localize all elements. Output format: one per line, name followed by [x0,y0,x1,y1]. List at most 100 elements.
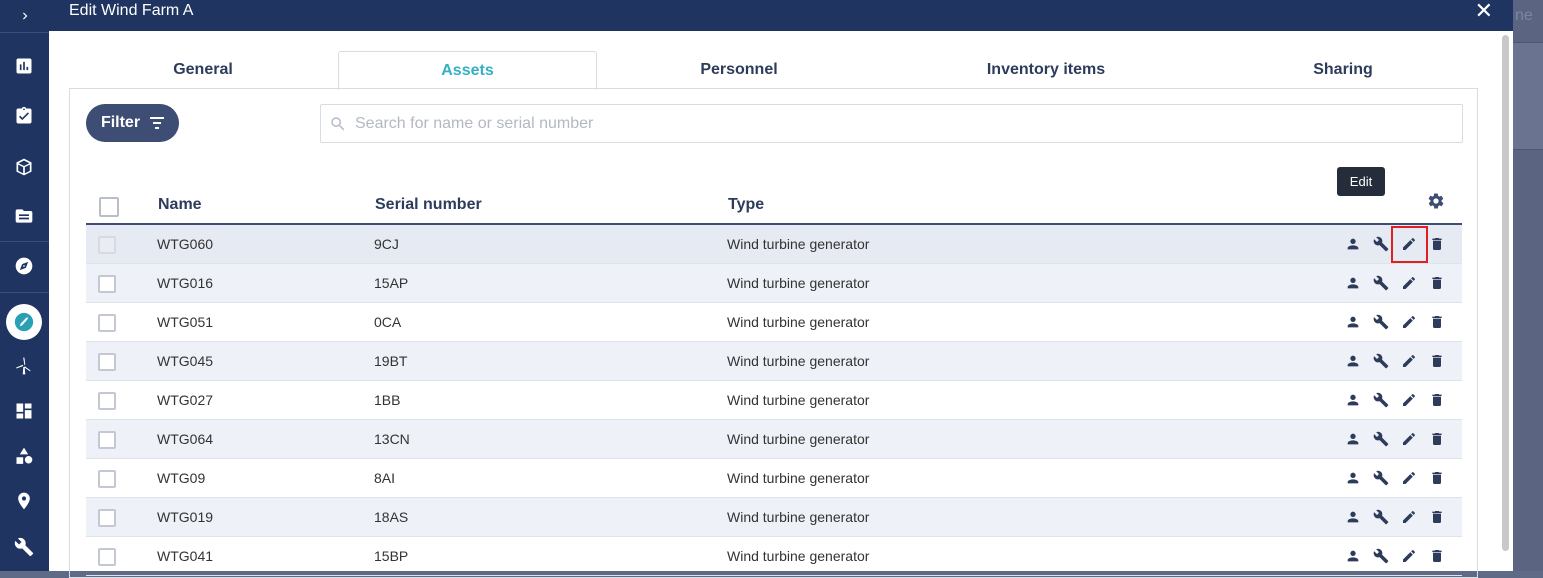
table-row[interactable]: WTG016 15AP Wind turbine generator [86,264,1462,303]
table-row[interactable]: WTG045 19BT Wind turbine generator [86,342,1462,381]
table-row[interactable]: WTG019 18AS Wind turbine generator [86,498,1462,537]
table-row[interactable]: WTG051 0CA Wind turbine generator [86,303,1462,342]
cell-type: Wind turbine generator [727,509,870,525]
sidebar-item-turbines[interactable] [12,354,36,378]
person-icon [1347,238,1359,250]
cell-serial-number: 15BP [374,548,409,564]
column-header-type[interactable]: Type [728,196,764,214]
assign-personnel-button[interactable] [1344,313,1362,331]
filter-lines-icon [150,117,165,129]
sidebar-item-inventory[interactable] [12,155,36,179]
table-settings-button[interactable] [1427,192,1445,210]
tab-assets[interactable]: Assets [338,51,597,90]
background-band [1513,42,1543,150]
sidebar-item-maintenance[interactable] [12,535,36,559]
pencil-icon [1403,550,1415,562]
trash-icon [1432,394,1442,406]
sidebar-item-explore[interactable] [12,254,36,278]
edit-button[interactable] [1400,430,1418,448]
maintenance-button[interactable] [1372,352,1390,370]
row-actions [1344,508,1446,526]
sidebar-item-locations[interactable] [12,489,36,513]
row-checkbox[interactable] [98,275,116,293]
assign-personnel-button[interactable] [1344,508,1362,526]
edit-button[interactable] [1400,313,1418,331]
column-header-name[interactable]: Name [158,196,202,214]
table-row[interactable]: WTG09 8AI Wind turbine generator [86,459,1462,498]
row-checkbox[interactable] [98,431,116,449]
assign-personnel-button[interactable] [1344,235,1362,253]
cell-name: WTG09 [157,470,206,486]
row-checkbox[interactable] [98,548,116,566]
tab-inventory-items[interactable]: Inventory items [879,51,1213,89]
row-checkbox[interactable] [98,509,116,527]
delete-button[interactable] [1428,391,1446,409]
delete-button[interactable] [1428,508,1446,526]
column-header-serial-number[interactable]: Serial number [375,196,482,214]
table-row[interactable]: WTG060 9CJ Wind turbine generator [86,225,1462,264]
tab-personnel[interactable]: Personnel [599,51,879,89]
select-all-checkbox[interactable] [99,197,119,217]
cell-name: WTG041 [157,548,214,564]
table-row[interactable]: WTG027 1BB Wind turbine generator [86,381,1462,420]
expand-sidebar-button[interactable] [0,0,49,32]
cell-name: WTG051 [157,314,214,330]
sidebar-item-components[interactable] [12,444,36,468]
row-checkbox[interactable] [98,236,116,254]
edit-button[interactable] [1400,352,1418,370]
delete-button[interactable] [1428,469,1446,487]
row-checkbox[interactable] [98,392,116,410]
filter-button[interactable]: Filter [86,104,179,142]
tab-bar: General Assets Personnel Inventory items… [69,51,1477,90]
assign-personnel-button[interactable] [1344,469,1362,487]
search-input[interactable] [355,113,1445,135]
edit-button[interactable] [1400,274,1418,292]
sidebar-item-reports[interactable] [12,54,36,78]
assign-personnel-button[interactable] [1344,391,1362,409]
person-icon [1347,355,1359,367]
row-checkbox[interactable] [98,470,116,488]
delete-button[interactable] [1428,274,1446,292]
row-actions [1344,469,1446,487]
sidebar-item-sites-active[interactable] [6,304,42,340]
close-button[interactable]: ✕ [1475,0,1493,24]
maintenance-button[interactable] [1372,508,1390,526]
cell-name: WTG064 [157,431,214,447]
row-actions [1344,391,1446,409]
edit-button[interactable] [1400,391,1418,409]
person-icon [1347,550,1359,562]
tab-sharing[interactable]: Sharing [1213,51,1473,89]
maintenance-button[interactable] [1372,391,1390,409]
edit-button[interactable] [1400,469,1418,487]
assign-personnel-button[interactable] [1344,274,1362,292]
edit-button[interactable] [1400,508,1418,526]
cell-type: Wind turbine generator [727,392,870,408]
sidebar-item-tasks[interactable] [12,104,36,128]
assign-personnel-button[interactable] [1344,430,1362,448]
maintenance-button[interactable] [1372,469,1390,487]
cell-serial-number: 0CA [374,314,402,330]
edit-button[interactable] [1400,547,1418,565]
modal-scrollbar[interactable] [1502,35,1509,551]
delete-button[interactable] [1428,235,1446,253]
table-row[interactable]: WTG041 15BP Wind turbine generator [86,537,1462,576]
maintenance-button[interactable] [1372,547,1390,565]
maintenance-button[interactable] [1372,430,1390,448]
table-row[interactable]: WTG064 13CN Wind turbine generator [86,420,1462,459]
delete-button[interactable] [1428,352,1446,370]
delete-button[interactable] [1428,313,1446,331]
row-checkbox[interactable] [98,353,116,371]
maintenance-button[interactable] [1372,313,1390,331]
maintenance-button[interactable] [1372,235,1390,253]
delete-button[interactable] [1428,430,1446,448]
tab-general[interactable]: General [69,51,337,89]
cell-type: Wind turbine generator [727,236,870,252]
cell-name: WTG019 [157,509,214,525]
assign-personnel-button[interactable] [1344,547,1362,565]
maintenance-button[interactable] [1372,274,1390,292]
sidebar-item-documents[interactable] [12,204,36,228]
delete-button[interactable] [1428,547,1446,565]
row-checkbox[interactable] [98,314,116,332]
assign-personnel-button[interactable] [1344,352,1362,370]
sidebar-item-dashboard[interactable] [12,399,36,423]
